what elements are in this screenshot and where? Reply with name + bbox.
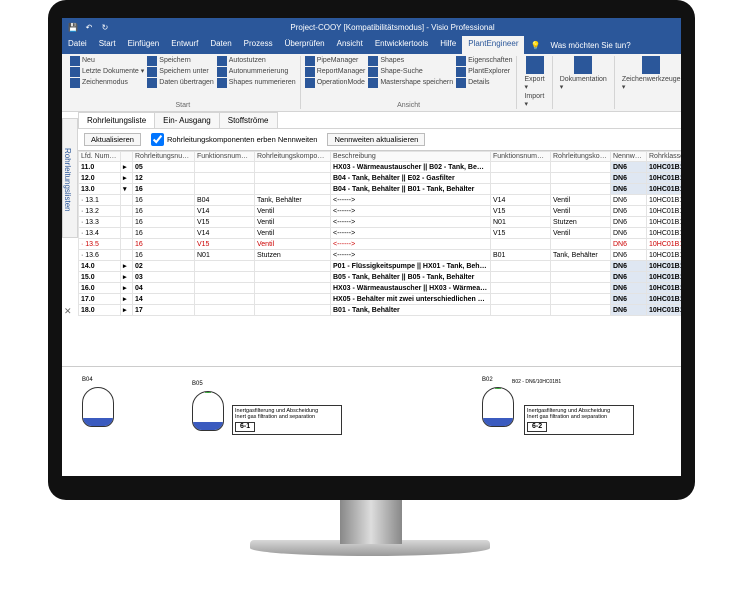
save-icon[interactable]: 💾 bbox=[68, 22, 78, 32]
close-panel-icon[interactable]: ✕ bbox=[64, 306, 72, 317]
tab-entwurf[interactable]: Entwurf bbox=[165, 36, 204, 54]
cmd-pipemanager[interactable]: PipeManager bbox=[305, 56, 366, 66]
cmd-operationmode[interactable]: OperationMode bbox=[305, 78, 366, 88]
cmd-details[interactable]: Details bbox=[456, 78, 512, 88]
pipe-table[interactable]: Lfd. NummerRohrleitungsnummerFunktionsnu… bbox=[78, 150, 681, 316]
redo-icon[interactable]: ↻ bbox=[100, 22, 110, 32]
cmd-shapes-nummerieren[interactable]: Shapes nummerieren bbox=[217, 78, 296, 88]
window-title: Project-COOY [Kompatibilitätsmodus] - Vi… bbox=[110, 23, 675, 32]
tab-daten[interactable]: Daten bbox=[204, 36, 237, 54]
table-row[interactable]: 17.0▸14HX05 - Behälter mit zwei untersch… bbox=[79, 294, 682, 305]
info-box-6-2[interactable]: Inertgasfilterung und AbscheidungInert g… bbox=[524, 405, 634, 435]
tab-prozess[interactable]: Prozess bbox=[238, 36, 279, 54]
cmd-autonummerierung[interactable]: Autonummerierung bbox=[217, 67, 296, 77]
table-row[interactable]: · 13.416V14Ventil<------>V15VentilDN610H… bbox=[79, 228, 682, 239]
table-row[interactable]: · 13.116B04Tank, Behälter<------>V14Vent… bbox=[79, 195, 682, 206]
cmd-neu[interactable]: Neu bbox=[70, 56, 144, 66]
cmd-dokumentation[interactable]: Dokumentation ▾ bbox=[557, 56, 610, 91]
title-bar: 💾 ↶ ↻ Project-COOY [Kompatibilitätsmodus… bbox=[62, 18, 681, 36]
screen: 💾 ↶ ↻ Project-COOY [Kompatibilitätsmodus… bbox=[62, 18, 681, 476]
group-label-start: Start bbox=[70, 102, 296, 109]
tab-plantengineer[interactable]: PlantEngineer bbox=[462, 36, 524, 54]
cmd-reportmanager[interactable]: ReportManager bbox=[305, 67, 366, 77]
table-row[interactable]: · 13.516V15Ventil<------>DN610HC01B1✓ bbox=[79, 239, 682, 250]
cmd-autostutzen[interactable]: Autostutzen bbox=[217, 56, 296, 66]
table-row[interactable]: · 13.216V14Ventil<------>V15VentilDN610H… bbox=[79, 206, 682, 217]
inherit-checkbox[interactable]: Rohrleitungskomponenten erben Nennweiten bbox=[151, 133, 318, 146]
tank-b05[interactable]: B05 bbox=[192, 391, 224, 431]
cmd-daten-uebertragen[interactable]: Daten übertragen bbox=[147, 78, 213, 88]
group-label-ansicht: Ansicht bbox=[305, 102, 513, 109]
monitor-stand-neck bbox=[340, 500, 402, 544]
tab-datei[interactable]: Datei bbox=[62, 36, 93, 54]
monitor-frame: 💾 ↶ ↻ Project-COOY [Kompatibilitätsmodus… bbox=[48, 0, 695, 500]
cmd-mastershape-speichern[interactable]: Mastershape speichern bbox=[368, 78, 453, 88]
panel-tab-stoffstroeme[interactable]: Stoffströme bbox=[219, 112, 278, 128]
table-row[interactable]: 11.0▸05HX03 - Wärmeaustauscher || B02 - … bbox=[79, 162, 682, 173]
side-tab-rohrleitungslisten[interactable]: Rohrleitungslisten bbox=[62, 118, 78, 238]
tab-einfuegen[interactable]: Einfügen bbox=[122, 36, 166, 54]
cmd-shape-suche[interactable]: Shape-Suche bbox=[368, 67, 453, 77]
cmd-speichern-unter[interactable]: Speichern unter bbox=[147, 67, 213, 77]
action-bar: Aktualisieren Rohrleitungskomponenten er… bbox=[78, 129, 681, 150]
cmd-zeichenwerkzeuge[interactable]: Zeichenwerkzeuge ▾ bbox=[619, 56, 681, 91]
cmd-speichern[interactable]: Speichern bbox=[147, 56, 213, 66]
ribbon: Neu Letzte Dokumente ▾ Zeichenmodus Spei… bbox=[62, 54, 681, 112]
table-row[interactable]: · 13.316V15Ventil<------>N01StutzenDN610… bbox=[79, 217, 682, 228]
table-row[interactable]: 18.0▸17B01 - Tank, BehälterDN610HC01B1? bbox=[79, 305, 682, 316]
panel-tab-ein-ausgang[interactable]: Ein- Ausgang bbox=[154, 112, 220, 128]
table-header-row: Lfd. NummerRohrleitungsnummerFunktionsnu… bbox=[79, 152, 682, 162]
tab-ansicht[interactable]: Ansicht bbox=[331, 36, 369, 54]
tab-hilfe[interactable]: Hilfe bbox=[434, 36, 462, 54]
cmd-export-import[interactable]: Export ▾Import ▾ bbox=[521, 56, 547, 108]
tell-me-search[interactable]: 💡 Was möchten Sie tun? bbox=[524, 36, 642, 54]
panel-tabs: Rohrleitungsliste Ein- Ausgang Stoffströ… bbox=[78, 112, 681, 129]
diagram-canvas[interactable]: B04 B05 Inertgasfilterung und Abscheidun… bbox=[62, 366, 681, 476]
table-row[interactable]: 12.0▸12B04 - Tank, Behälter || E02 - Gas… bbox=[79, 173, 682, 184]
panel-tab-rohrleitungsliste[interactable]: Rohrleitungsliste bbox=[78, 112, 155, 128]
tank-b02[interactable]: B02 B02 - DN6/10HC01B1 bbox=[482, 387, 514, 427]
table-row[interactable]: 13.0▾16B04 - Tank, Behälter || B01 - Tan… bbox=[79, 184, 682, 195]
cmd-zeichenmodus[interactable]: Zeichenmodus bbox=[70, 78, 144, 88]
table-row[interactable]: 16.0▸04HX03 - Wärmeaustauscher || HX03 -… bbox=[79, 283, 682, 294]
tab-start[interactable]: Start bbox=[93, 36, 122, 54]
cmd-plantexplorer[interactable]: PlantExplorer bbox=[456, 67, 512, 77]
cmd-letzte-dokumente[interactable]: Letzte Dokumente ▾ bbox=[70, 67, 144, 77]
info-box-6-1[interactable]: Inertgasfilterung und AbscheidungInert g… bbox=[232, 405, 342, 435]
nennweiten-button[interactable]: Nennweiten aktualisieren bbox=[327, 133, 425, 146]
tab-ueberpruefen[interactable]: Überprüfen bbox=[279, 36, 331, 54]
ribbon-tabs: Datei Start Einfügen Entwurf Daten Proze… bbox=[62, 36, 681, 54]
cmd-eigenschaften[interactable]: Eigenschaften bbox=[456, 56, 512, 66]
cmd-shapes[interactable]: Shapes bbox=[368, 56, 453, 66]
undo-icon[interactable]: ↶ bbox=[84, 22, 94, 32]
table-row[interactable]: · 13.616N01Stutzen<------>B01Tank, Behäl… bbox=[79, 250, 682, 261]
table-row[interactable]: 15.0▸03B05 - Tank, Behälter || B05 - Tan… bbox=[79, 272, 682, 283]
refresh-button[interactable]: Aktualisieren bbox=[84, 133, 141, 146]
tank-b04[interactable]: B04 bbox=[82, 387, 114, 427]
table-row[interactable]: 14.0▸02P01 - Flüssigkeitspumpe || HX01 -… bbox=[79, 261, 682, 272]
tab-entwicklertools[interactable]: Entwicklertools bbox=[369, 36, 434, 54]
